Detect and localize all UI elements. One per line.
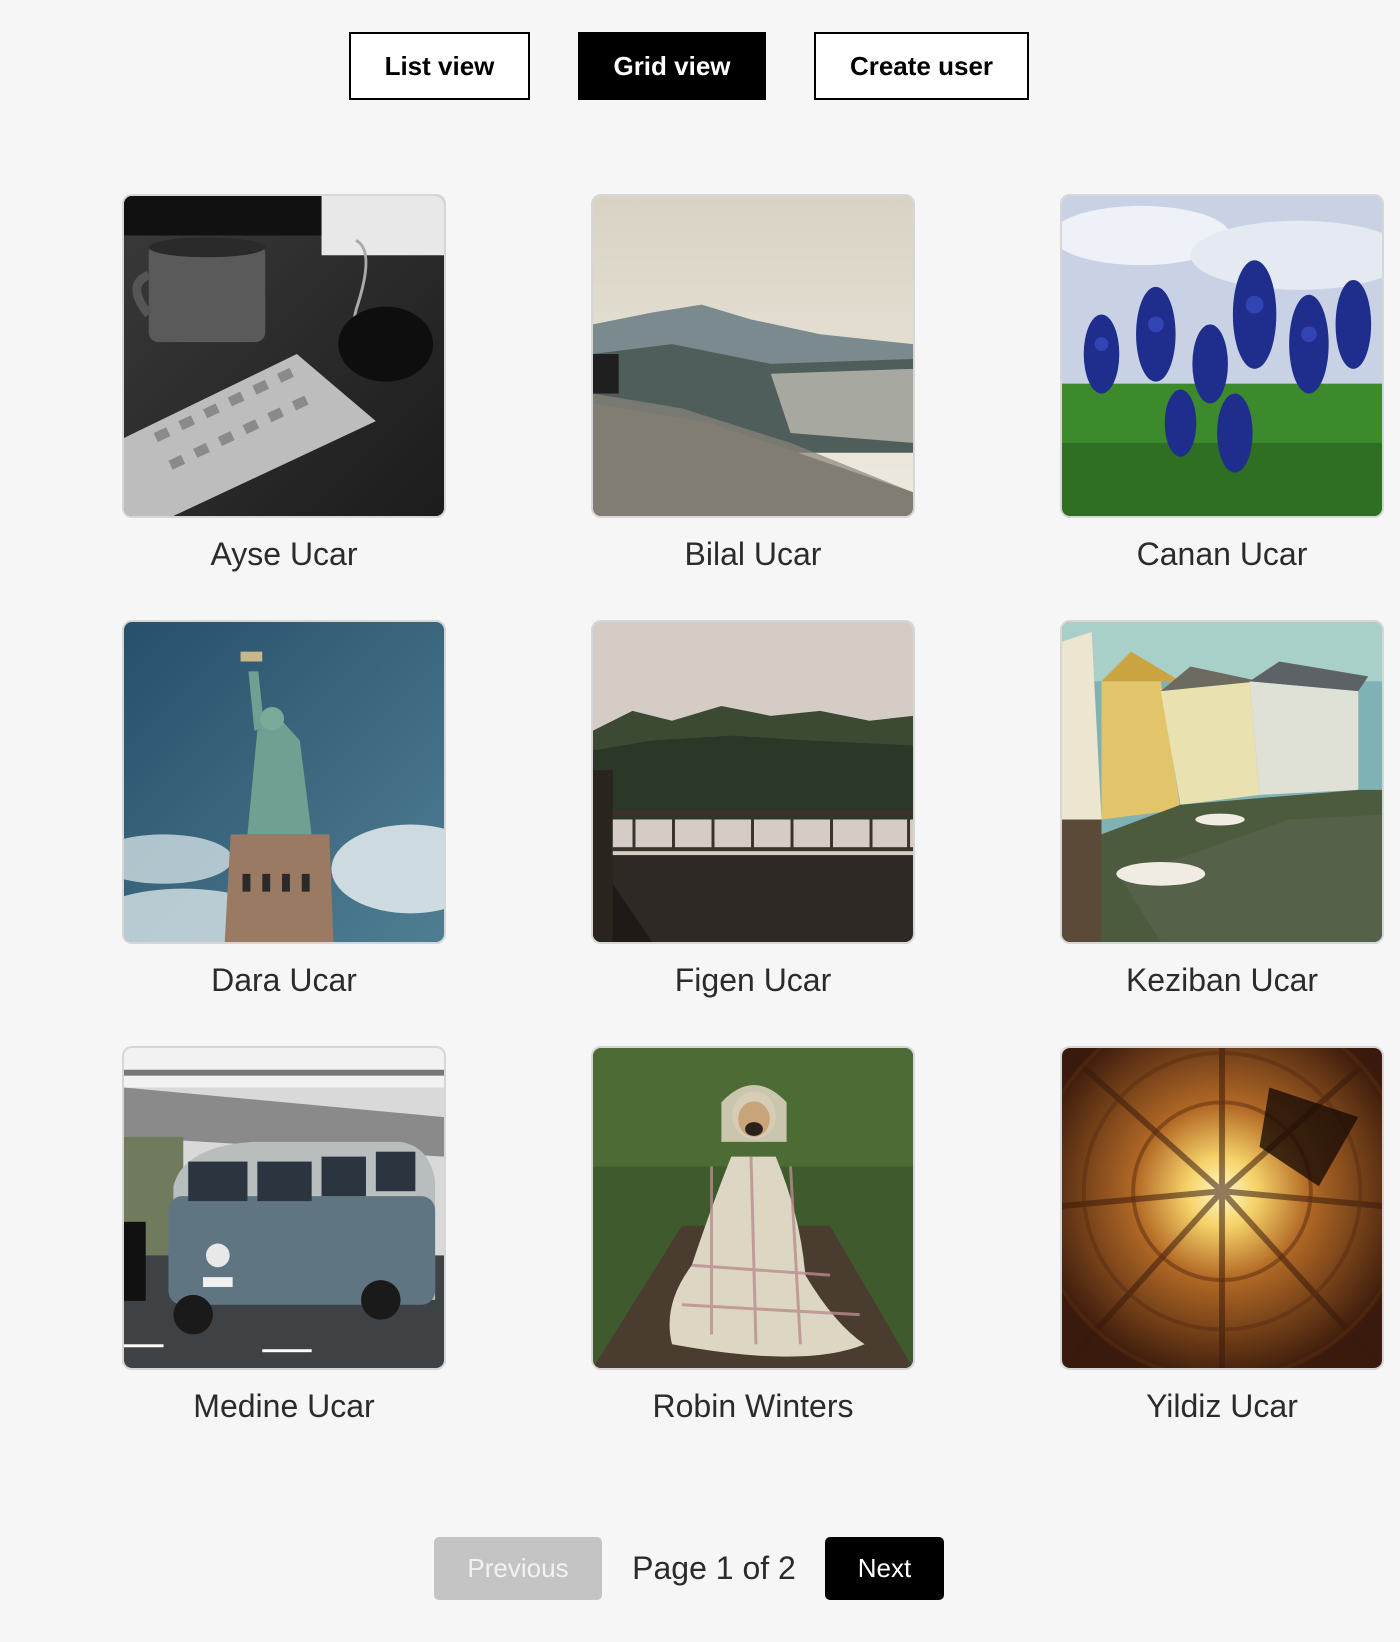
user-name: Robin Winters <box>652 1388 854 1424</box>
page-indicator: Page 1 of 2 <box>632 1550 796 1586</box>
user-name: Bilal Ucar <box>684 536 822 572</box>
user-card[interactable]: Medine Ucar <box>122 1046 446 1425</box>
user-photo <box>1060 1046 1384 1370</box>
view-toolbar: List view Grid view Create user <box>0 32 1400 100</box>
user-name: Canan Ucar <box>1136 536 1308 572</box>
user-card[interactable]: Ayse Ucar <box>122 194 446 573</box>
next-page-button[interactable]: Next <box>825 1537 944 1600</box>
user-card[interactable]: Robin Winters <box>591 1046 915 1425</box>
user-card[interactable]: Keziban Ucar <box>1060 620 1384 999</box>
user-name: Keziban Ucar <box>1125 962 1319 998</box>
user-photo <box>591 620 915 944</box>
user-photo <box>1060 194 1384 518</box>
user-card[interactable]: Dara Ucar <box>122 620 446 999</box>
pagination: Previous Page 1 of 2 Next <box>0 1537 1400 1601</box>
user-photo <box>591 194 915 518</box>
user-name: Ayse Ucar <box>210 536 358 572</box>
user-card[interactable]: Yildiz Ucar <box>1060 1046 1384 1425</box>
user-card[interactable]: Bilal Ucar <box>591 194 915 573</box>
grid-view-button[interactable]: Grid view <box>578 32 766 100</box>
user-photo <box>591 1046 915 1370</box>
create-user-button[interactable]: Create user <box>814 32 1029 100</box>
user-directory-page: List view Grid view Create user Ayse Uca… <box>0 0 1400 1642</box>
user-name: Yildiz Ucar <box>1146 1388 1298 1424</box>
previous-page-button[interactable]: Previous <box>434 1537 602 1600</box>
user-photo <box>122 194 446 518</box>
user-name: Medine Ucar <box>193 1388 375 1424</box>
user-card[interactable]: Canan Ucar <box>1060 194 1384 573</box>
user-name: Figen Ucar <box>674 962 832 998</box>
user-photo <box>122 620 446 944</box>
user-photo <box>1060 620 1384 944</box>
list-view-button[interactable]: List view <box>349 32 530 100</box>
user-photo <box>122 1046 446 1370</box>
user-name: Dara Ucar <box>211 962 357 998</box>
user-card[interactable]: Figen Ucar <box>591 620 915 999</box>
